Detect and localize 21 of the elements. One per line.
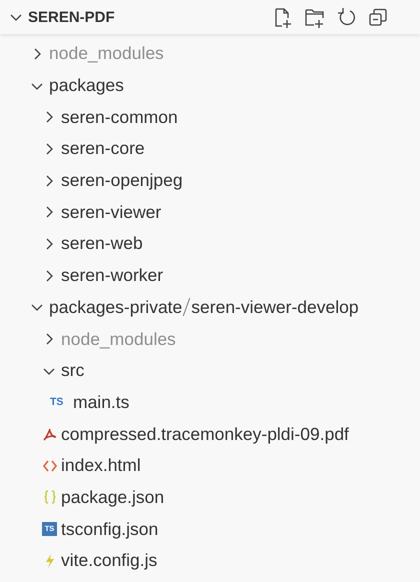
- folder-name[interactable]: src: [61, 360, 84, 382]
- folder-name[interactable]: seren-worker: [61, 265, 164, 286]
- folder-name[interactable]: seren-viewer: [61, 202, 162, 223]
- file-name[interactable]: vite.config.js: [61, 550, 158, 572]
- folder-name[interactable]: packages-private: [49, 296, 182, 318]
- pdf-icon: [42, 426, 58, 442]
- folder-name[interactable]: packages: [49, 75, 124, 96]
- typescript-icon: TS: [50, 396, 64, 408]
- file-name[interactable]: index.html: [61, 455, 141, 476]
- file-name[interactable]: compressed.tracemonkey-pldi-09.pdf: [61, 424, 349, 445]
- folder-name[interactable]: seren-openjpeg: [61, 170, 183, 192]
- folder-name[interactable]: seren-common: [61, 106, 178, 128]
- code-brackets-icon: [42, 458, 58, 474]
- folder-name[interactable]: seren-core: [61, 138, 145, 160]
- file-name[interactable]: package.json: [61, 486, 164, 508]
- curly-braces-icon: [42, 489, 58, 506]
- folder-name[interactable]: seren-viewer-develop: [191, 296, 359, 318]
- folder-name[interactable]: seren-web: [61, 233, 143, 254]
- section-title[interactable]: SEREN-PDF: [28, 8, 115, 26]
- file-name[interactable]: main.ts: [73, 392, 130, 413]
- file-name[interactable]: tsconfig.json: [61, 518, 158, 540]
